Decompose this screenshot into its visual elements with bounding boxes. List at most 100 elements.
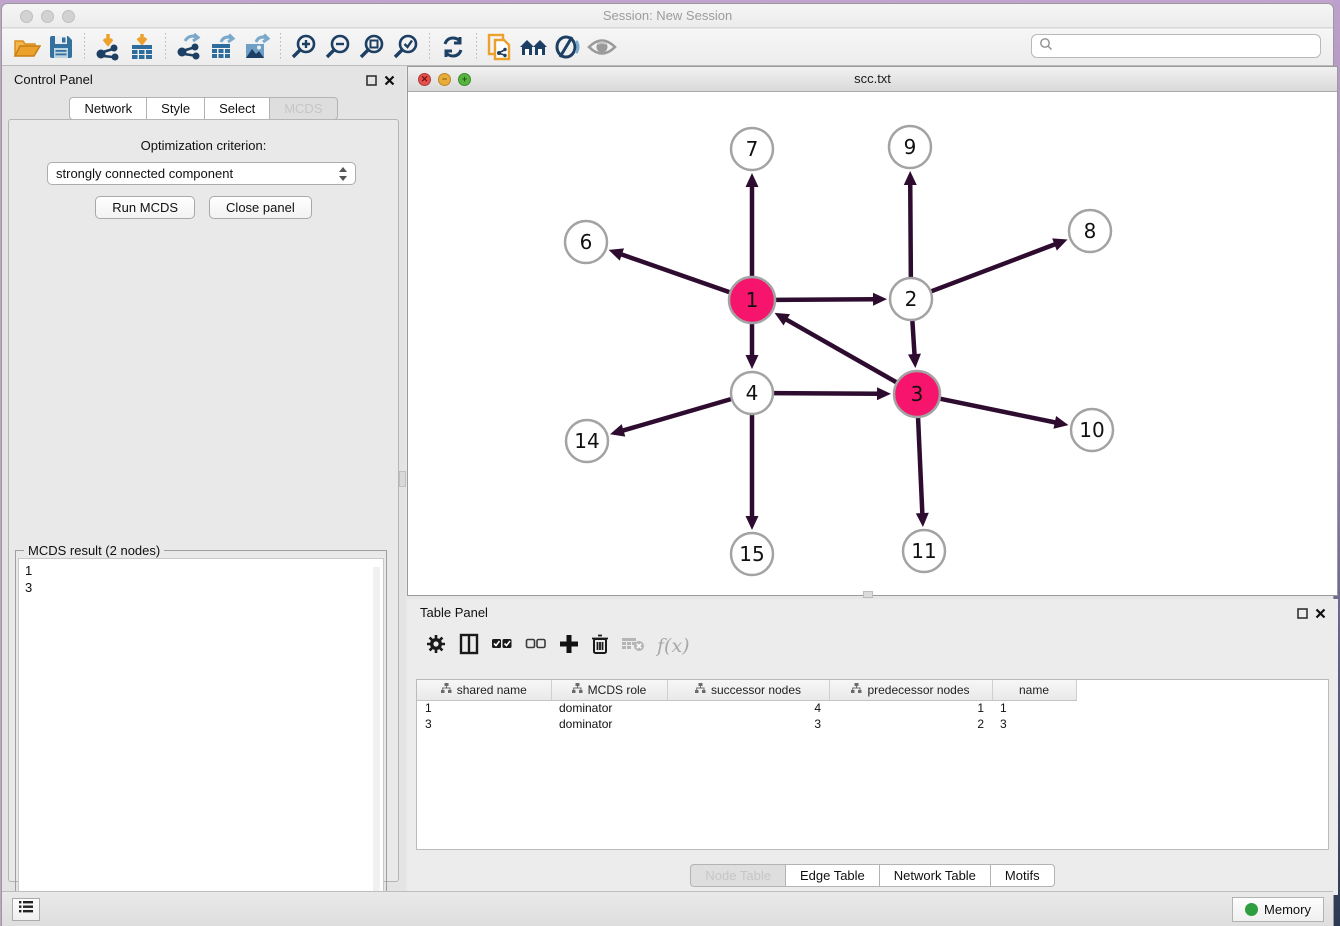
tab-node-table[interactable]: Node Table: [690, 864, 785, 887]
export-table-icon[interactable]: [206, 32, 240, 62]
network-view-window: ✕ − + scc.txt 7 9 6 8 1 2 4 3 14 10 15 11: [407, 66, 1338, 596]
table-cell[interactable]: 1: [417, 700, 551, 716]
tab-motifs[interactable]: Motifs: [990, 864, 1055, 887]
graph-edge[interactable]: [622, 399, 731, 431]
column-header-name[interactable]: name: [992, 680, 1076, 700]
table-cell[interactable]: 1: [829, 700, 992, 716]
search-input[interactable]: [1054, 39, 1320, 53]
mcds-result-title: MCDS result (2 nodes): [24, 543, 164, 558]
reset-view-icon[interactable]: [517, 32, 551, 62]
zoom-in-icon[interactable]: [287, 32, 321, 62]
chevron-up-down-icon: [338, 166, 348, 185]
graph-edge[interactable]: [785, 319, 896, 382]
task-history-button[interactable]: [12, 898, 40, 921]
panel-splitter-handle[interactable]: [399, 471, 406, 487]
refresh-layout-icon[interactable]: [436, 32, 470, 62]
import-table-icon[interactable]: [125, 32, 159, 62]
close-panel-icon[interactable]: [1315, 606, 1326, 624]
graph-node-4[interactable]: 4: [731, 372, 773, 414]
graph-node-15[interactable]: 15: [731, 533, 773, 575]
table-cell[interactable]: 4: [667, 700, 829, 716]
criterion-dropdown[interactable]: strongly connected component: [47, 162, 356, 185]
split-panel-icon[interactable]: [459, 633, 479, 660]
edge-arrowhead-icon: [877, 387, 891, 400]
node-table-grid: shared nameMCDS rolesuccessor nodesprede…: [417, 680, 1077, 732]
network-canvas[interactable]: 7 9 6 8 1 2 4 3 14 10 15 11: [408, 92, 1337, 595]
zoom-out-icon[interactable]: [321, 32, 355, 62]
mcds-result-line: 1: [25, 562, 377, 579]
hide-style-icon[interactable]: [551, 32, 585, 62]
graph-edge[interactable]: [774, 393, 879, 394]
graph-node-1[interactable]: 1: [729, 277, 775, 323]
network-window-titlebar[interactable]: ✕ − + scc.txt: [408, 67, 1337, 92]
graph-node-9[interactable]: 9: [889, 126, 931, 168]
svg-text:7: 7: [746, 137, 759, 161]
edge-arrowhead-icon: [609, 248, 624, 260]
select-all-icon[interactable]: [491, 637, 513, 656]
graph-node-11[interactable]: 11: [903, 530, 945, 572]
import-network-icon[interactable]: [91, 32, 125, 62]
graph-edge[interactable]: [776, 299, 875, 300]
table-row[interactable]: 3dominator323: [417, 716, 1076, 732]
graph-edge[interactable]: [918, 418, 922, 515]
graph-node-8[interactable]: 8: [1069, 210, 1111, 252]
memory-button[interactable]: Memory: [1232, 897, 1324, 922]
table-cell[interactable]: 2: [829, 716, 992, 732]
gear-icon[interactable]: [425, 633, 447, 660]
export-image-icon[interactable]: [240, 32, 274, 62]
svg-text:15: 15: [739, 542, 764, 566]
show-details-eye-icon[interactable]: [585, 32, 619, 62]
column-header-shared-name[interactable]: shared name: [417, 680, 551, 700]
mcds-result-textarea[interactable]: 1 3: [18, 558, 384, 925]
tab-edge-table[interactable]: Edge Table: [785, 864, 879, 887]
graph-node-7[interactable]: 7: [731, 128, 773, 170]
zoom-selected-icon[interactable]: [389, 32, 423, 62]
table-panel-title: Table Panel: [420, 605, 488, 620]
clone-network-icon[interactable]: [483, 32, 517, 62]
table-cell[interactable]: 1: [992, 700, 1076, 716]
graph-edge[interactable]: [910, 183, 911, 277]
graph-node-10[interactable]: 10: [1071, 409, 1113, 451]
memory-label: Memory: [1264, 902, 1311, 917]
deselect-all-icon[interactable]: [525, 637, 547, 656]
close-panel-button[interactable]: Close panel: [209, 196, 312, 219]
graph-node-2[interactable]: 2: [890, 278, 932, 320]
graph-edge[interactable]: [932, 244, 1057, 291]
table-cell[interactable]: dominator: [551, 700, 667, 716]
network-graph[interactable]: 7 9 6 8 1 2 4 3 14 10 15 11: [408, 92, 1337, 595]
tab-mcds[interactable]: MCDS: [269, 97, 337, 120]
float-panel-icon[interactable]: [1297, 606, 1308, 624]
table-cell[interactable]: dominator: [551, 716, 667, 732]
graph-edge[interactable]: [912, 321, 914, 356]
table-cell[interactable]: 3: [417, 716, 551, 732]
table-cell[interactable]: 3: [992, 716, 1076, 732]
table-row[interactable]: 1dominator411: [417, 700, 1076, 716]
graph-node-6[interactable]: 6: [565, 221, 607, 263]
tab-network[interactable]: Network: [69, 97, 146, 120]
graph-edge[interactable]: [941, 399, 1057, 423]
open-file-icon[interactable]: [10, 32, 44, 62]
table-cell[interactable]: 3: [667, 716, 829, 732]
close-panel-icon[interactable]: [384, 73, 395, 91]
float-panel-icon[interactable]: [366, 73, 377, 91]
zoom-fit-icon[interactable]: [355, 32, 389, 62]
column-header-predecessor-nodes[interactable]: predecessor nodes: [829, 680, 992, 700]
run-mcds-button[interactable]: Run MCDS: [95, 196, 195, 219]
tab-network-table[interactable]: Network Table: [879, 864, 990, 887]
result-scrollbar[interactable]: [373, 567, 380, 926]
column-header-successor-nodes[interactable]: successor nodes: [667, 680, 829, 700]
graph-node-3[interactable]: 3: [894, 371, 940, 417]
graph-node-14[interactable]: 14: [566, 420, 608, 462]
column-header-MCDS-role[interactable]: MCDS role: [551, 680, 667, 700]
frame-resize-handle[interactable]: [863, 591, 873, 598]
tab-style[interactable]: Style: [146, 97, 204, 120]
add-column-icon[interactable]: [559, 634, 579, 659]
export-network-icon[interactable]: [172, 32, 206, 62]
table-tabs: Node Table Edge Table Network Table Moti…: [407, 864, 1338, 887]
search-box[interactable]: [1031, 34, 1321, 58]
edge-arrowhead-icon: [1053, 416, 1068, 429]
delete-column-icon[interactable]: [591, 633, 609, 660]
graph-edge[interactable]: [620, 254, 729, 292]
tab-select[interactable]: Select: [204, 97, 269, 120]
save-session-icon[interactable]: [44, 32, 78, 62]
